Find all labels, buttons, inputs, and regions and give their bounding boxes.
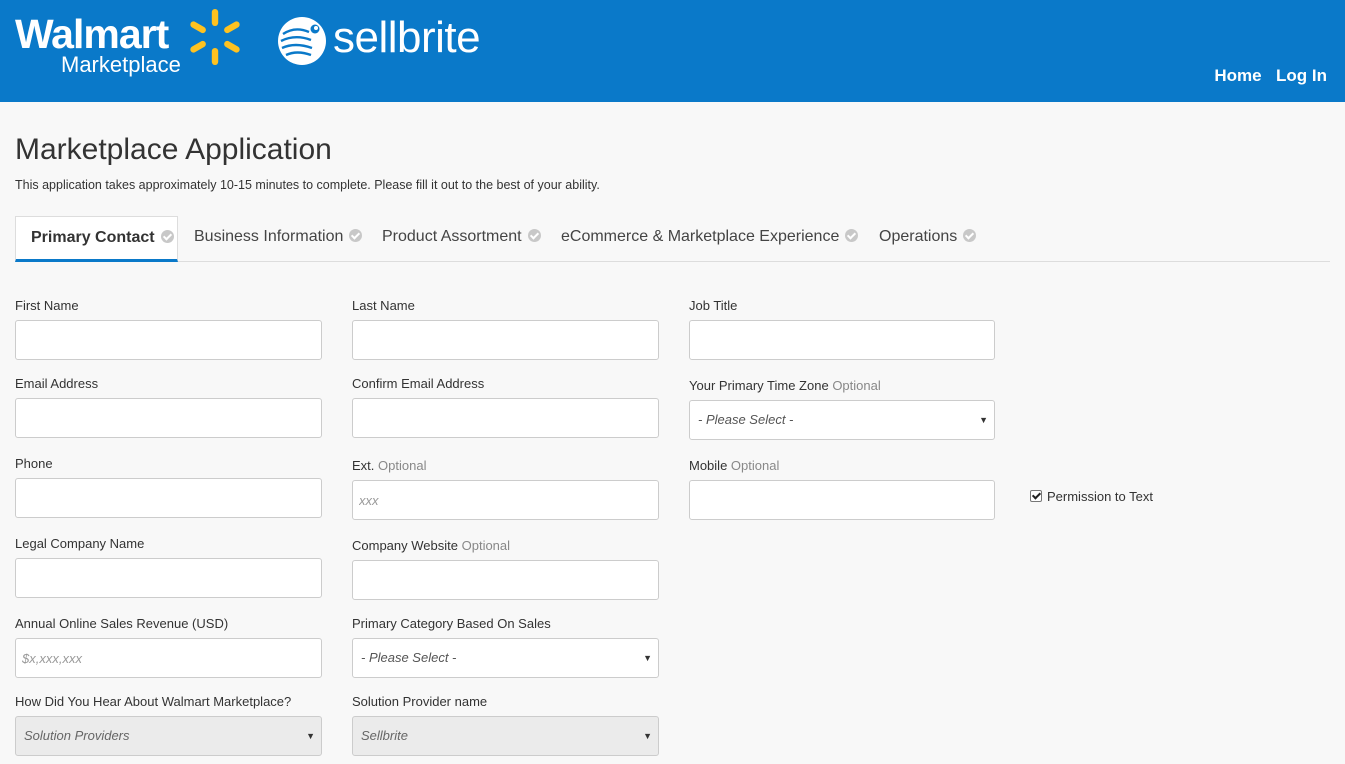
first-name-input[interactable] bbox=[15, 320, 322, 360]
caret-down-icon: ▼ bbox=[979, 415, 988, 425]
mobile-label-text: Mobile bbox=[689, 458, 728, 473]
company-website-input[interactable] bbox=[352, 560, 659, 600]
tab-label: Primary Contact bbox=[31, 229, 155, 246]
check-circle-icon bbox=[349, 229, 363, 243]
tab-label: Product Assortment bbox=[382, 228, 522, 245]
mobile-input[interactable] bbox=[689, 480, 995, 520]
check-circle-icon bbox=[963, 229, 977, 243]
caret-down-icon: ▼ bbox=[643, 653, 652, 663]
site-header: Walmart Marketplace sellbrite Home Log I… bbox=[0, 0, 1345, 102]
primary-category-select[interactable]: - Please Select - ▼ bbox=[352, 638, 659, 678]
job-title-input[interactable] bbox=[689, 320, 995, 360]
nav-login-link[interactable]: Log In bbox=[1276, 66, 1327, 85]
sellbrite-logo-word: sellbrite bbox=[333, 13, 481, 62]
job-title-label: Job Title bbox=[689, 298, 738, 313]
how-heard-label: How Did You Hear About Walmart Marketpla… bbox=[15, 694, 292, 709]
permission-to-text-label: Permission to Text bbox=[1047, 489, 1153, 504]
page-title: Marketplace Application bbox=[15, 133, 332, 166]
page-subtitle: This application takes approximately 10-… bbox=[15, 178, 600, 192]
primary-category-selected: - Please Select - bbox=[361, 650, 457, 665]
sellbrite-logo[interactable]: sellbrite bbox=[275, 13, 515, 70]
phone-input[interactable] bbox=[15, 478, 322, 518]
walmart-logo-sub: Marketplace bbox=[61, 52, 181, 77]
walmart-logo-word: Walmart bbox=[15, 11, 169, 57]
time-zone-select[interactable]: - Please Select - ▼ bbox=[689, 400, 995, 440]
tab-product-assortment[interactable]: Product Assortment bbox=[382, 216, 541, 260]
confirm-email-input[interactable] bbox=[352, 398, 659, 438]
ext-label-text: Ext. bbox=[352, 458, 375, 473]
company-website-label-text: Company Website bbox=[352, 538, 458, 553]
tab-label: Operations bbox=[879, 228, 958, 245]
mobile-label: Mobile Optional bbox=[689, 458, 779, 474]
tab-business-information[interactable]: Business Information bbox=[194, 216, 363, 260]
header-nav: Home Log In bbox=[1204, 66, 1327, 86]
nav-home-link[interactable]: Home bbox=[1214, 66, 1261, 85]
email-input[interactable] bbox=[15, 398, 322, 438]
ext-input[interactable] bbox=[352, 480, 659, 520]
check-circle-icon bbox=[160, 230, 174, 244]
caret-down-icon: ▼ bbox=[306, 731, 315, 741]
email-label: Email Address bbox=[15, 376, 99, 391]
annual-revenue-input[interactable] bbox=[15, 638, 322, 678]
optional-tag: Optional bbox=[832, 378, 881, 393]
ext-label: Ext. Optional bbox=[352, 458, 426, 474]
application-tabs: Primary Contact Business Information Pro… bbox=[15, 216, 1330, 262]
how-heard-selected: Solution Providers bbox=[24, 728, 130, 743]
last-name-label: Last Name bbox=[352, 298, 415, 313]
solution-provider-select[interactable]: Sellbrite ▼ bbox=[352, 716, 659, 756]
company-website-label: Company Website Optional bbox=[352, 538, 510, 554]
tab-label: Business Information bbox=[194, 228, 344, 245]
tab-operations[interactable]: Operations bbox=[879, 216, 977, 260]
tab-primary-contact[interactable]: Primary Contact bbox=[15, 216, 178, 262]
optional-tag: Optional bbox=[378, 458, 427, 473]
phone-label: Phone bbox=[15, 456, 53, 471]
annual-revenue-label: Annual Online Sales Revenue (USD) bbox=[15, 616, 229, 631]
time-zone-label-text: Your Primary Time Zone bbox=[689, 378, 829, 393]
optional-tag: Optional bbox=[461, 538, 511, 553]
confirm-email-label: Confirm Email Address bbox=[352, 376, 485, 391]
sellbrite-icon bbox=[278, 17, 326, 65]
primary-category-label: Primary Category Based On Sales bbox=[352, 616, 551, 631]
solution-provider-label: Solution Provider name bbox=[352, 694, 488, 709]
check-circle-icon bbox=[527, 229, 541, 243]
checkbox-checked-icon[interactable] bbox=[1030, 489, 1042, 502]
first-name-label: First Name bbox=[15, 298, 79, 313]
caret-down-icon: ▼ bbox=[643, 731, 652, 741]
last-name-input[interactable] bbox=[352, 320, 659, 360]
permission-to-text-checkbox[interactable]: Permission to Text bbox=[1030, 489, 1153, 505]
check-circle-icon bbox=[845, 229, 859, 243]
tab-label: eCommerce & Marketplace Experience bbox=[561, 228, 840, 245]
time-zone-selected: - Please Select - bbox=[698, 412, 794, 427]
how-heard-select[interactable]: Solution Providers ▼ bbox=[15, 716, 322, 756]
walmart-marketplace-logo[interactable]: Walmart Marketplace bbox=[15, 9, 245, 77]
legal-company-input[interactable] bbox=[15, 558, 322, 598]
optional-tag: Optional bbox=[730, 458, 780, 473]
walmart-spark-icon bbox=[190, 9, 240, 65]
legal-company-label: Legal Company Name bbox=[15, 536, 145, 551]
tab-ecommerce-marketplace-experience[interactable]: eCommerce & Marketplace Experience bbox=[561, 216, 859, 260]
solution-provider-selected: Sellbrite bbox=[361, 728, 408, 743]
time-zone-label: Your Primary Time Zone Optional bbox=[689, 378, 881, 394]
